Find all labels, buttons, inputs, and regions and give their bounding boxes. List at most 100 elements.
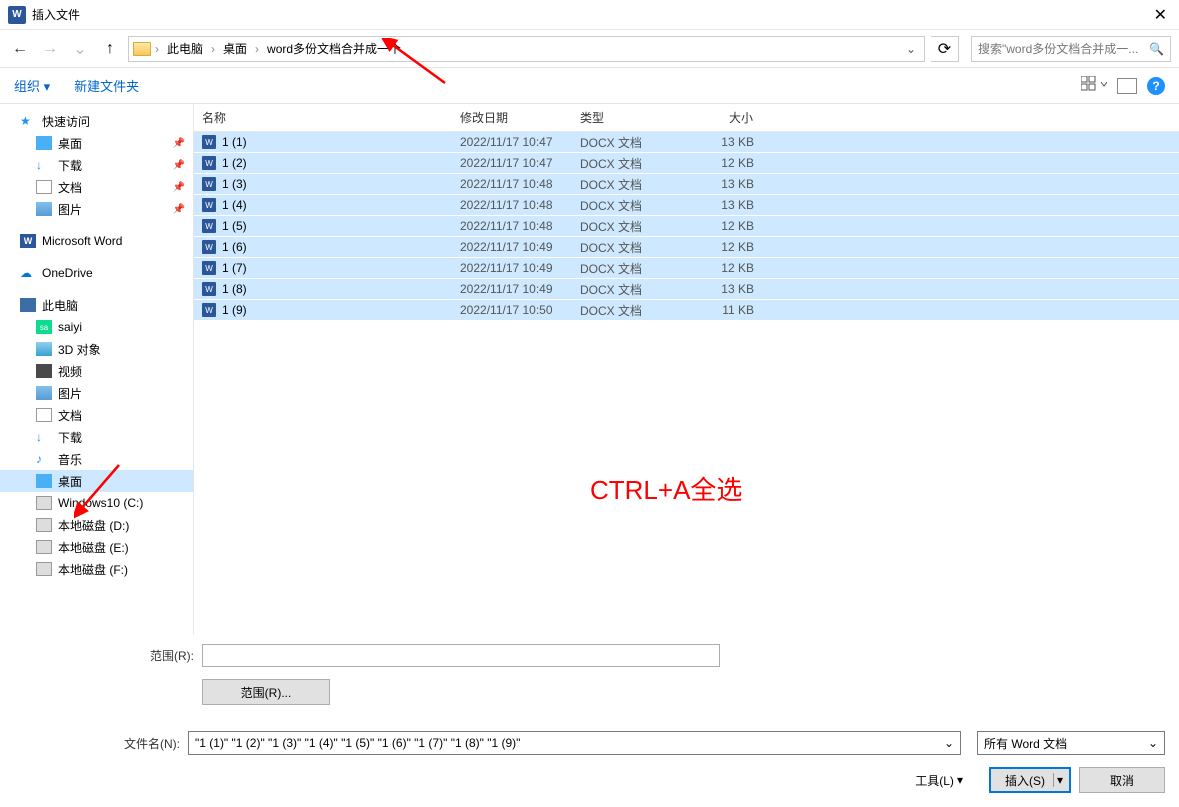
sidebar-desktop2[interactable]: 桌面 [0,470,193,492]
sidebar-quickaccess[interactable]: ★快速访问 [0,110,193,132]
file-name: 1 (3) [222,177,247,191]
close-icon[interactable]: ✕ [1150,5,1171,25]
file-type: DOCX 文档 [572,302,692,319]
file-row[interactable]: W1 (6)2022/11/17 10:49DOCX 文档12 KB [194,237,1179,258]
sidebar-download2[interactable]: ↓下载 [0,426,193,448]
address-dropdown-icon[interactable]: ⌄ [902,42,920,56]
file-size: 13 KB [692,135,762,149]
up-button[interactable]: ↑ [98,37,122,61]
organize-button[interactable]: 组织 ▾ [14,76,50,95]
col-type[interactable]: 类型 [572,104,692,131]
word-icon: W [20,234,36,248]
sidebar-thispc[interactable]: 此电脑 [0,294,193,316]
file-type: DOCX 文档 [572,239,692,256]
sidebar-pictures[interactable]: 图片📌 [0,198,193,220]
docx-icon: W [202,135,216,149]
sidebar-download[interactable]: ↓下载📌 [0,154,193,176]
file-name: 1 (5) [222,219,247,233]
sidebar-drive-c[interactable]: Windows10 (C:) [0,492,193,514]
file-name: 1 (4) [222,198,247,212]
range-label: 范围(R): [14,647,194,664]
file-row[interactable]: W1 (2)2022/11/17 10:47DOCX 文档12 KB [194,153,1179,174]
column-headers: 名称 修改日期 类型 大小 [194,104,1179,132]
file-row[interactable]: W1 (4)2022/11/17 10:48DOCX 文档13 KB [194,195,1179,216]
file-name: 1 (1) [222,135,247,149]
search-placeholder: 搜索"word多份文档合并成一... [978,40,1138,57]
file-row[interactable]: W1 (5)2022/11/17 10:48DOCX 文档12 KB [194,216,1179,237]
sidebar-desktop[interactable]: 桌面📌 [0,132,193,154]
pin-icon: 📌 [173,138,185,149]
star-icon: ★ [20,114,36,128]
chevron-right-icon: › [153,42,161,56]
search-icon: 🔍 [1149,42,1164,56]
drive-icon [36,496,52,510]
docx-icon: W [202,156,216,170]
download-icon: ↓ [36,430,52,444]
filetype-filter[interactable]: 所有 Word 文档 ⌄ [977,731,1165,755]
col-size[interactable]: 大小 [692,104,762,131]
file-row[interactable]: W1 (7)2022/11/17 10:49DOCX 文档12 KB [194,258,1179,279]
chevron-right-icon: › [209,42,217,56]
sidebar-saiyi[interactable]: sasaiyi [0,316,193,338]
view-mode-icon[interactable] [1081,76,1107,95]
sidebar-music[interactable]: ♪音乐 [0,448,193,470]
sidebar-drive-f[interactable]: 本地磁盘 (F:) [0,558,193,580]
chevron-down-icon[interactable]: ▾ [1053,773,1063,787]
help-icon[interactable]: ? [1147,77,1165,95]
docx-icon: W [202,282,216,296]
back-button[interactable]: ← [8,37,32,61]
file-list[interactable]: W1 (1)2022/11/17 10:47DOCX 文档13 KBW1 (2)… [194,132,1179,634]
cancel-button[interactable]: 取消 [1079,767,1165,793]
filename-input[interactable]: "1 (1)" "1 (2)" "1 (3)" "1 (4)" "1 (5)" … [188,731,961,755]
range-button[interactable]: 范围(R)... [202,679,330,705]
pin-icon: 📌 [173,160,185,171]
file-row[interactable]: W1 (3)2022/11/17 10:48DOCX 文档13 KB [194,174,1179,195]
desktop-icon [36,474,52,488]
chevron-down-icon[interactable]: ⌄ [944,736,954,750]
crumb-thispc[interactable]: 此电脑 [163,38,207,59]
sidebar-onedrive[interactable]: ☁OneDrive [0,262,193,284]
crumb-desktop[interactable]: 桌面 [219,38,251,59]
address-bar[interactable]: › 此电脑 › 桌面 › word多份文档合并成一个 ⌄ [128,36,925,62]
preview-pane-icon[interactable] [1117,78,1137,94]
file-type: DOCX 文档 [572,218,692,235]
docx-icon: W [202,198,216,212]
history-dropdown[interactable]: ⌄ [68,37,92,61]
range-input[interactable] [202,644,720,667]
sidebar-pictures2[interactable]: 图片 [0,382,193,404]
navbar: ← → ⌄ ↑ › 此电脑 › 桌面 › word多份文档合并成一个 ⌄ ⟳ 搜… [0,30,1179,68]
docx-icon: W [202,303,216,317]
col-date[interactable]: 修改日期 [452,104,572,131]
col-name[interactable]: 名称 [194,104,452,131]
file-date: 2022/11/17 10:48 [452,177,572,191]
sidebar-3d[interactable]: 3D 对象 [0,338,193,360]
insert-button[interactable]: 插入(S)▾ [989,767,1071,793]
chevron-down-icon[interactable]: ⌄ [1148,736,1158,750]
file-name: 1 (9) [222,303,247,317]
file-size: 13 KB [692,177,762,191]
file-type: DOCX 文档 [572,197,692,214]
refresh-button[interactable]: ⟳ [931,36,959,62]
crumb-folder[interactable]: word多份文档合并成一个 [263,38,405,59]
file-row[interactable]: W1 (1)2022/11/17 10:47DOCX 文档13 KB [194,132,1179,153]
folder-icon [133,42,151,56]
sidebar-msword[interactable]: WMicrosoft Word [0,230,193,252]
sidebar-documents[interactable]: 文档📌 [0,176,193,198]
newfolder-button[interactable]: 新建文件夹 [74,76,139,95]
file-date: 2022/11/17 10:48 [452,219,572,233]
file-row[interactable]: W1 (8)2022/11/17 10:49DOCX 文档13 KB [194,279,1179,300]
pictures-icon [36,202,52,216]
pictures-icon [36,386,52,400]
sidebar-documents2[interactable]: 文档 [0,404,193,426]
file-row[interactable]: W1 (9)2022/11/17 10:50DOCX 文档11 KB [194,300,1179,321]
filename-label: 文件名(N): [10,735,180,752]
sidebar-drive-e[interactable]: 本地磁盘 (E:) [0,536,193,558]
search-input[interactable]: 搜索"word多份文档合并成一... 🔍 [971,36,1171,62]
file-size: 13 KB [692,282,762,296]
file-name: 1 (7) [222,261,247,275]
file-date: 2022/11/17 10:49 [452,240,572,254]
forward-button[interactable]: → [38,37,62,61]
sidebar-drive-d[interactable]: 本地磁盘 (D:) [0,514,193,536]
tools-button[interactable]: 工具(L)▾ [915,772,963,789]
sidebar-video[interactable]: 视频 [0,360,193,382]
